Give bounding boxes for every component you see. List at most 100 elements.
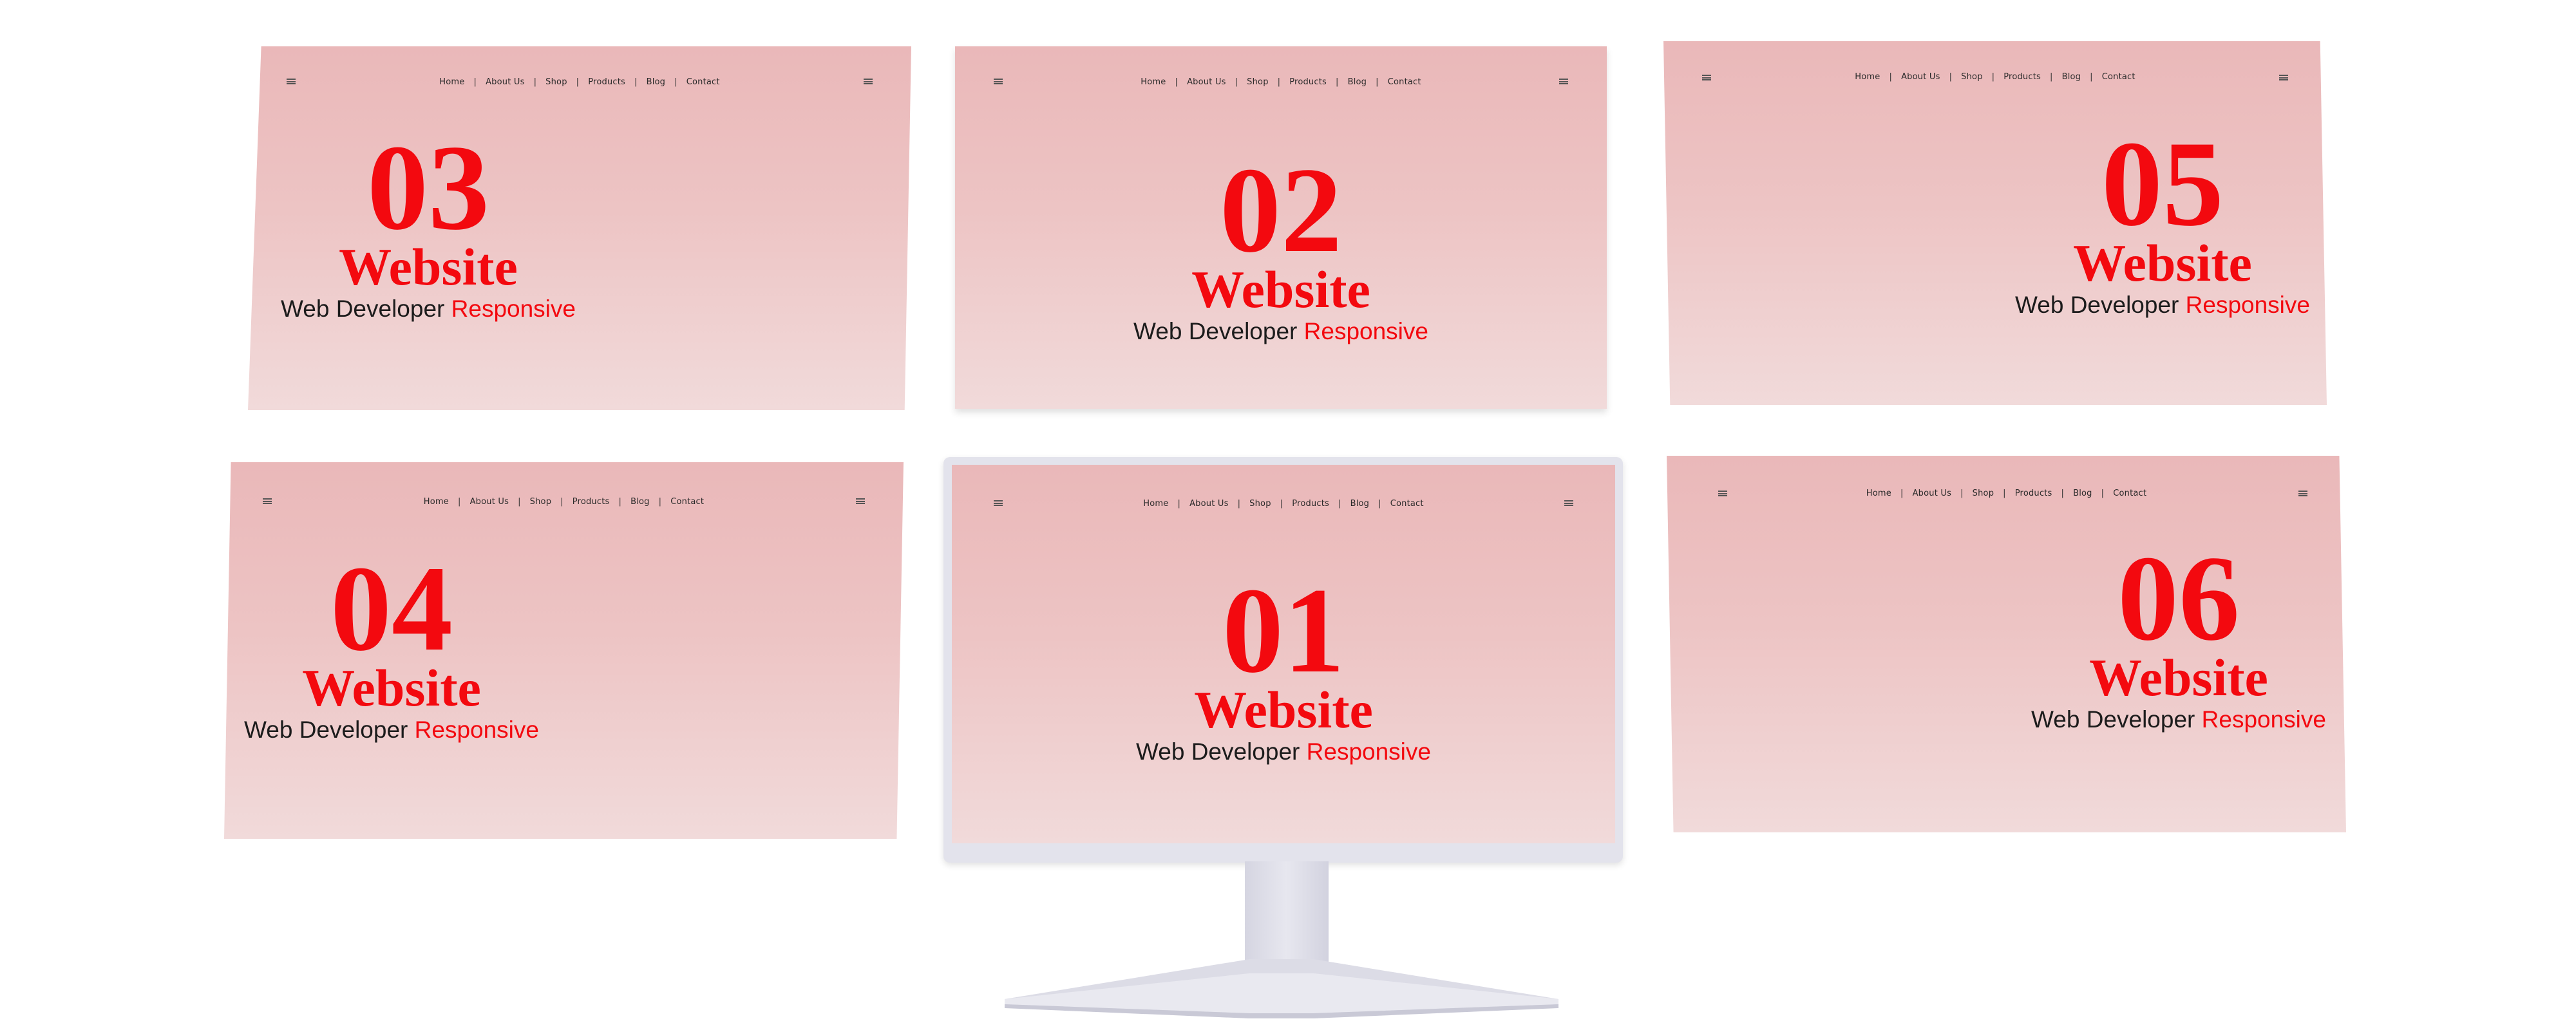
nav-products[interactable]: Products — [1292, 499, 1329, 509]
nav-about-us[interactable]: About Us — [1901, 72, 1940, 82]
nav-shop[interactable]: Shop — [1249, 499, 1271, 509]
subtitle-highlight: Responsive — [1306, 738, 1431, 765]
hamburger-menu-icon[interactable] — [1564, 500, 1573, 506]
nav-contact[interactable]: Contact — [1390, 499, 1424, 509]
hero-text: 05 Website Web Developer Responsive — [2014, 117, 2311, 319]
nav-home[interactable]: Home — [439, 77, 464, 87]
panel-number: 01 — [1222, 563, 1345, 698]
website-panel-02[interactable]: Home | About Us | Shop | Products | Blog | Contact… — [955, 46, 1607, 409]
nav-blog[interactable]: Blog — [1348, 77, 1367, 87]
panel-subtitle: Web Developer Responsive — [2024, 706, 2333, 734]
nav-products[interactable]: Products — [1289, 77, 1327, 87]
nav-separator: | — [2101, 489, 2105, 498]
nav-home[interactable]: Home — [1855, 72, 1880, 82]
hamburger-menu-icon[interactable] — [2279, 75, 2288, 80]
nav-separator: | — [1900, 489, 1904, 498]
website-panel-05[interactable]: Home | About Us | Shop | Products | Blog | Contact… — [1663, 41, 2327, 405]
subtitle-highlight: Responsive — [2201, 706, 2326, 733]
subtitle-text: Web Developer — [244, 716, 408, 743]
nav-shop[interactable]: Shop — [1973, 489, 1994, 498]
subtitle-highlight: Responsive — [1303, 318, 1428, 344]
monitor-stand-base — [1005, 959, 1558, 1018]
panel-title: Website — [2073, 234, 2252, 292]
nav-bar: Home | About Us | Shop | Products | Blog | Contact — [224, 497, 904, 507]
nav-contact[interactable]: Contact — [2113, 489, 2146, 498]
nav-bar: Home | About Us | Shop | Products | Blog | Contact — [248, 77, 911, 87]
nav-shop[interactable]: Shop — [530, 497, 552, 507]
nav-bar: Home | About Us | Shop | Products | Blog | Contact — [955, 77, 1607, 87]
nav-about-us[interactable]: About Us — [470, 497, 509, 507]
nav-blog[interactable]: Blog — [630, 497, 650, 507]
panel-subtitle: Web Developer Responsive — [237, 716, 546, 744]
hero-text: 01 Website Web Developer Responsive — [1122, 563, 1444, 766]
subtitle-highlight: Responsive — [451, 295, 576, 322]
nav-bar: Home | About Us | Shop | Products | Blog | Contact — [1663, 72, 2327, 82]
subtitle-text: Web Developer — [2031, 706, 2195, 733]
nav-about-us[interactable]: About Us — [1187, 77, 1226, 87]
nav-shop[interactable]: Shop — [545, 77, 567, 87]
panel-number: 02 — [1220, 143, 1342, 278]
nav-contact[interactable]: Contact — [2102, 72, 2136, 82]
nav-about-us[interactable]: About Us — [1189, 499, 1228, 509]
nav-about-us[interactable]: About Us — [486, 77, 524, 87]
panel-title: Website — [302, 659, 481, 717]
nav-separator: | — [1991, 72, 1995, 82]
nav-separator: | — [2049, 72, 2053, 82]
website-panel-03[interactable]: Home | About Us | Shop | Products | Blog | Contact… — [248, 46, 911, 410]
nav-separator: | — [1960, 489, 1964, 498]
nav-products[interactable]: Products — [2015, 489, 2052, 498]
nav-contact[interactable]: Contact — [1388, 77, 1421, 87]
nav-home[interactable]: Home — [1141, 77, 1166, 87]
nav-products[interactable]: Products — [573, 497, 610, 507]
nav-shop[interactable]: Shop — [1247, 77, 1269, 87]
nav-separator: | — [533, 77, 537, 87]
hero-text: 04 Website Web Developer Responsive — [237, 548, 546, 744]
nav-products[interactable]: Products — [2003, 72, 2041, 82]
panel-subtitle: Web Developer Responsive — [2014, 291, 2311, 319]
nav-blog[interactable]: Blog — [2073, 489, 2092, 498]
nav-products[interactable]: Products — [588, 77, 625, 87]
nav-separator: | — [2003, 489, 2006, 498]
nav-contact[interactable]: Contact — [687, 77, 720, 87]
nav-home[interactable]: Home — [424, 497, 449, 507]
hero-text: 06 Website Web Developer Responsive — [2024, 531, 2333, 734]
nav-separator: | — [1376, 77, 1379, 87]
nav-separator: | — [518, 497, 521, 507]
nav-home[interactable]: Home — [1143, 499, 1168, 509]
nav-blog[interactable]: Blog — [1350, 499, 1370, 509]
website-panel-06[interactable]: Home | About Us | Shop | Products | Blog | Contact… — [1667, 456, 2346, 832]
panel-subtitle: Web Developer Responsive — [1122, 738, 1444, 766]
nav-separator: | — [458, 497, 461, 507]
panel-title: Website — [1191, 260, 1370, 319]
nav-blog[interactable]: Blog — [647, 77, 666, 87]
hamburger-menu-icon[interactable] — [856, 498, 865, 504]
nav-contact[interactable]: Contact — [670, 497, 704, 507]
panel-number: 06 — [2117, 531, 2240, 666]
panel-number: 03 — [367, 120, 489, 256]
nav-shop[interactable]: Shop — [1961, 72, 1983, 82]
panel-title: Website — [339, 238, 518, 296]
nav-separator: | — [1235, 77, 1238, 87]
subtitle-highlight: Responsive — [2185, 292, 2310, 318]
nav-blog[interactable]: Blog — [2062, 72, 2081, 82]
nav-separator: | — [658, 497, 662, 507]
hamburger-menu-icon[interactable] — [864, 79, 873, 84]
nav-separator: | — [1280, 499, 1283, 509]
website-panel-01[interactable]: Home | About Us | Shop | Products | Blog | Contact… — [952, 465, 1615, 843]
hamburger-menu-icon[interactable] — [1559, 79, 1568, 84]
nav-about-us[interactable]: About Us — [1913, 489, 1951, 498]
panel-number: 05 — [2101, 117, 2224, 252]
nav-bar: Home | About Us | Shop | Products | Blog | Contact — [1667, 489, 2346, 498]
nav-separator: | — [2090, 72, 2093, 82]
panel-title: Website — [1194, 680, 1373, 739]
subtitle-text: Web Developer — [281, 295, 445, 322]
nav-separator: | — [1277, 77, 1281, 87]
nav-separator: | — [2061, 489, 2065, 498]
hamburger-menu-icon[interactable] — [2298, 491, 2307, 496]
website-panel-04[interactable]: Home | About Us | Shop | Products | Blog | Contact… — [224, 462, 904, 839]
nav-home[interactable]: Home — [1866, 489, 1891, 498]
panel-subtitle: Web Developer Responsive — [1120, 317, 1442, 346]
hero-text: 03 Website Web Developer Responsive — [267, 120, 589, 323]
nav-separator: | — [1237, 499, 1241, 509]
nav-separator: | — [1949, 72, 1953, 82]
